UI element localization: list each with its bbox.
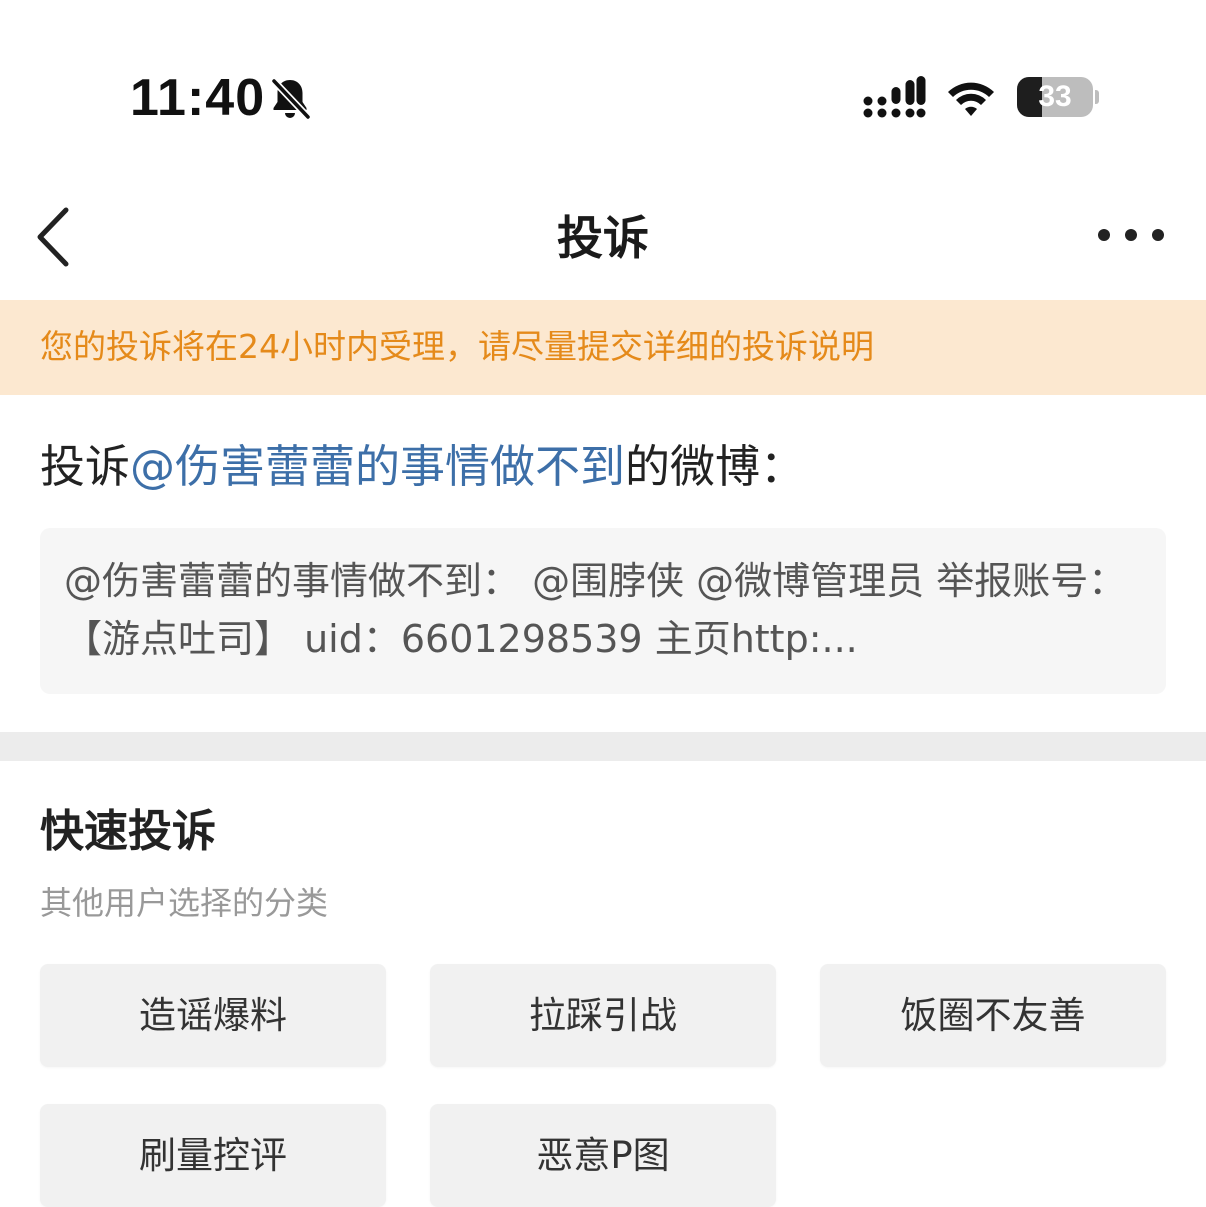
category-button[interactable]: 饭圈不友善 [820,964,1166,1067]
ellipsis-icon[interactable] [1086,210,1176,260]
nav-bar: 投诉 [0,180,1206,300]
page-title: 投诉 [557,211,649,265]
category-button[interactable]: 拉踩引战 [430,964,776,1067]
signal-icon [863,76,926,118]
quick-complaint-title: 快速投诉 [40,806,216,857]
battery-icon: 33 [1017,77,1099,119]
wifi-icon [948,82,994,116]
bell-slash-icon [271,78,311,120]
target-prefix: 投诉 [40,440,131,493]
quick-complaint-subtitle: 其他用户选择的分类 [40,884,329,922]
post-preview-text: @伤害蕾蕾的事情做不到： @围脖侠 @微博管理员 举报账号：【游点吐司】 uid… [64,559,1127,661]
status-bar: 11:40 33 [0,0,1206,195]
status-time: 11:40 [130,69,266,127]
target-suffix: 的微博： [625,440,806,493]
category-button[interactable]: 造谣爆料 [40,964,386,1067]
category-button[interactable]: 恶意P图 [430,1104,776,1207]
post-preview: @伤害蕾蕾的事情做不到： @围脖侠 @微博管理员 举报账号：【游点吐司】 uid… [40,528,1166,694]
battery-level: 33 [1038,80,1072,113]
chevron-left-icon[interactable] [20,202,90,272]
target-heading: 投诉@伤害蕾蕾的事情做不到的微博： [40,436,805,498]
target-user-link[interactable]: @伤害蕾蕾的事情做不到 [130,440,625,493]
notice-text: 您的投诉将在24小时内受理，请尽量提交详细的投诉说明 [40,327,874,366]
category-button[interactable]: 刷量控评 [40,1104,386,1207]
section-divider [0,732,1206,761]
notice-banner: 您的投诉将在24小时内受理，请尽量提交详细的投诉说明 [0,300,1206,395]
